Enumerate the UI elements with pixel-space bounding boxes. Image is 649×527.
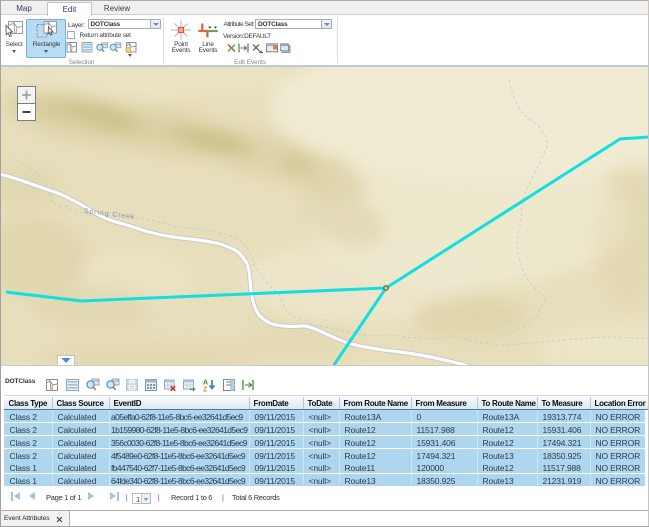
svg-text:Z: Z (203, 387, 208, 393)
svg-text:A: A (203, 380, 208, 387)
